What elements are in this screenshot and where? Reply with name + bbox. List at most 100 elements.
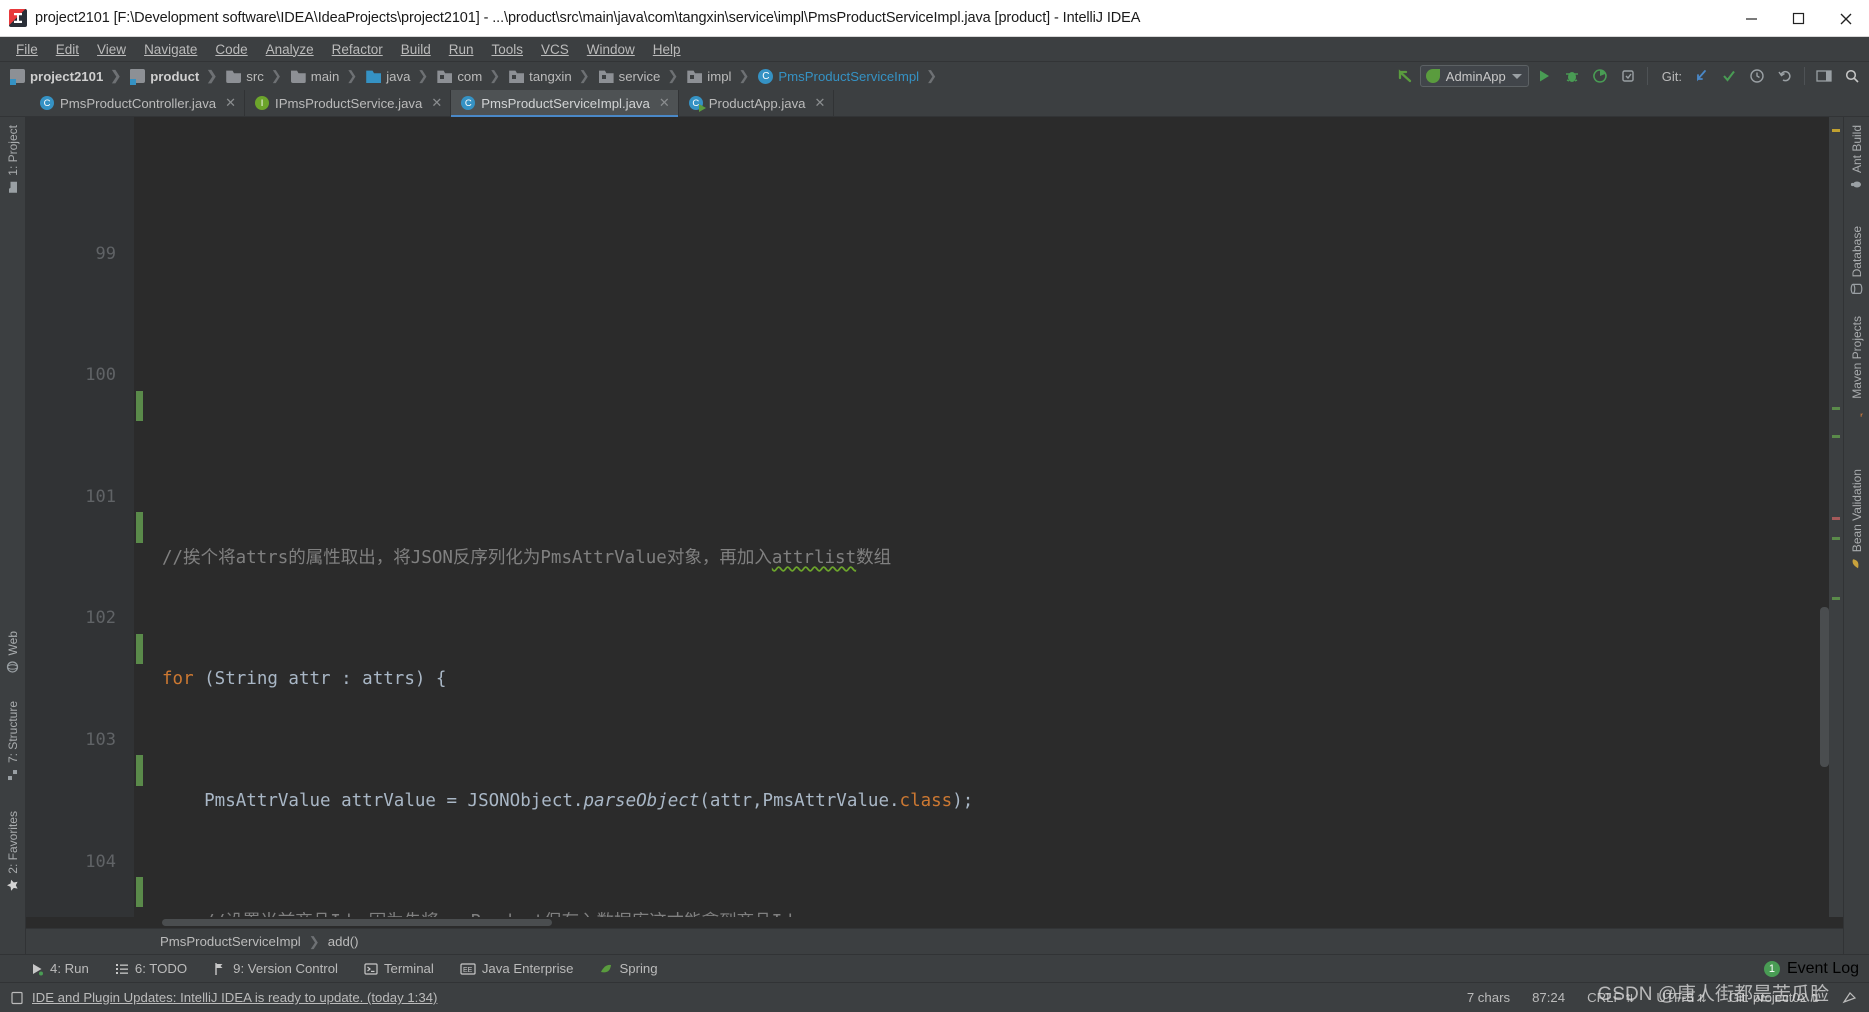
run-configuration-selector[interactable]: AdminApp bbox=[1419, 65, 1529, 87]
status-message-area[interactable]: IDE and Plugin Updates: IntelliJ IDEA is… bbox=[10, 990, 437, 1005]
breadcrumb-class[interactable]: PmsProductServiceImpl ❯ bbox=[754, 65, 942, 87]
file-encoding[interactable]: UTF-8 ⇅ bbox=[1656, 990, 1706, 1005]
breadcrumb-class-label[interactable]: PmsProductServiceImpl bbox=[160, 934, 301, 949]
debug-button[interactable] bbox=[1559, 64, 1585, 88]
vertical-scrollbar[interactable] bbox=[1820, 607, 1829, 767]
error-stripe-marker-column[interactable] bbox=[1829, 117, 1843, 917]
code-editor[interactable]: 99 100 101 //挨个将attrs的属性取出，将JSON反序列化为Pms… bbox=[26, 117, 1843, 917]
tab-PmsProductServiceImpl[interactable]: PmsProductServiceImpl.java ✕ bbox=[451, 90, 679, 117]
chevron-right-icon: ❯ bbox=[308, 933, 320, 949]
change-marker[interactable] bbox=[1832, 407, 1840, 410]
terminal-icon bbox=[364, 962, 378, 976]
chevron-right-icon: ❯ bbox=[417, 68, 429, 83]
back-arrow-icon[interactable] bbox=[1392, 64, 1418, 88]
line-separator[interactable]: CRLF ⇅ bbox=[1587, 990, 1634, 1005]
class-icon bbox=[758, 68, 774, 84]
chevron-right-icon: ❯ bbox=[738, 68, 750, 83]
commit-icon[interactable] bbox=[1716, 64, 1742, 88]
breadcrumb-method-label[interactable]: add() bbox=[328, 934, 359, 949]
git-branch-widget[interactable]: Git: project02 ⇅ bbox=[1729, 990, 1820, 1005]
horizontal-scrollbar-track[interactable] bbox=[26, 917, 1843, 928]
attach-profiler-button[interactable] bbox=[1615, 64, 1641, 88]
breadcrumb-tangxin[interactable]: tangxin ❯ bbox=[505, 65, 594, 87]
menu-vcs[interactable]: VCS bbox=[532, 40, 578, 59]
menu-file[interactable]: File bbox=[7, 40, 47, 59]
tool-window-version-control[interactable]: 9: Version Control bbox=[213, 961, 338, 976]
update-project-icon[interactable] bbox=[1688, 64, 1714, 88]
interface-icon bbox=[255, 96, 270, 110]
breadcrumb-src[interactable]: src ❯ bbox=[222, 65, 287, 87]
tab-label: ProductApp.java bbox=[708, 95, 806, 111]
breadcrumb-com[interactable]: com ❯ bbox=[433, 65, 505, 87]
code-line: 101 //挨个将attrs的属性取出，将JSON反序列化为PmsAttrVal… bbox=[26, 451, 1843, 568]
tool-window-spring[interactable]: Spring bbox=[599, 961, 658, 976]
warning-marker[interactable] bbox=[1832, 129, 1840, 132]
breadcrumb-service[interactable]: service ❯ bbox=[595, 65, 684, 87]
menu-tools-label: Tools bbox=[491, 41, 524, 57]
tab-ProductApp[interactable]: ProductApp.java ✕ bbox=[679, 90, 835, 116]
sidebar-item-project[interactable]: 1: Project bbox=[0, 121, 26, 198]
close-icon[interactable]: ✕ bbox=[225, 95, 236, 111]
breadcrumb-project2101[interactable]: project2101 ❯ bbox=[6, 65, 126, 87]
minimize-button[interactable] bbox=[1728, 0, 1775, 37]
history-icon[interactable] bbox=[1744, 64, 1770, 88]
menu-help[interactable]: Help bbox=[644, 40, 690, 59]
maximize-button[interactable] bbox=[1775, 0, 1822, 37]
chevron-right-icon: ❯ bbox=[110, 68, 122, 83]
database-icon bbox=[1851, 282, 1864, 295]
close-button[interactable] bbox=[1822, 0, 1869, 37]
tool-window-todo[interactable]: 6: TODO bbox=[115, 961, 187, 976]
horizontal-scrollbar[interactable] bbox=[162, 919, 552, 926]
status-indicators: 7 chars 87:24 CRLF ⇅ UTF-8 ⇅ Git: projec… bbox=[1467, 990, 1857, 1005]
menu-build[interactable]: Build bbox=[392, 40, 440, 59]
tool-window-java-enterprise[interactable]: EE Java Enterprise bbox=[460, 961, 573, 976]
layout-icon[interactable] bbox=[1811, 64, 1837, 88]
sidebar-item-favorites[interactable]: 2: Favorites bbox=[0, 807, 26, 896]
run-with-coverage-button[interactable] bbox=[1587, 64, 1613, 88]
change-marker[interactable] bbox=[1832, 597, 1840, 600]
breadcrumb-main[interactable]: main ❯ bbox=[287, 65, 363, 87]
caret-position[interactable]: 87:24 bbox=[1532, 990, 1565, 1005]
sidebar-item-ant-build[interactable]: Ant Build bbox=[1844, 121, 1869, 195]
sidebar-item-database[interactable]: Database bbox=[1844, 222, 1869, 299]
breadcrumb-product[interactable]: product ❯ bbox=[126, 65, 222, 87]
tab-PmsProductController[interactable]: PmsProductController.java ✕ bbox=[30, 90, 246, 116]
menu-analyze[interactable]: Analyze bbox=[257, 40, 323, 59]
inspection-widget[interactable] bbox=[1842, 990, 1857, 1005]
tool-window-terminal[interactable]: Terminal bbox=[364, 961, 434, 976]
editor-breadcrumb: PmsProductServiceImpl ❯ add() bbox=[26, 928, 1843, 954]
run-button[interactable] bbox=[1531, 64, 1557, 88]
status-message[interactable]: IDE and Plugin Updates: IntelliJ IDEA is… bbox=[32, 990, 437, 1005]
menu-code[interactable]: Code bbox=[206, 40, 256, 59]
change-marker[interactable] bbox=[1832, 537, 1840, 540]
sidebar-item-label: Ant Build bbox=[1850, 125, 1864, 174]
search-everywhere-icon[interactable] bbox=[1839, 64, 1865, 88]
tab-IPmsProductService[interactable]: IPmsProductService.java ✕ bbox=[245, 90, 452, 116]
error-marker[interactable] bbox=[1832, 517, 1840, 520]
breadcrumb-java[interactable]: java ❯ bbox=[362, 65, 433, 87]
package-icon bbox=[687, 70, 703, 83]
close-icon[interactable]: ✕ bbox=[431, 95, 442, 111]
tool-window-run[interactable]: 4: Run bbox=[30, 961, 89, 976]
folder-icon bbox=[290, 70, 306, 83]
rollback-icon[interactable] bbox=[1772, 64, 1798, 88]
menu-run[interactable]: Run bbox=[440, 40, 483, 59]
menu-window[interactable]: Window bbox=[578, 40, 644, 59]
close-icon[interactable]: ✕ bbox=[815, 95, 826, 111]
breadcrumb-label: project2101 bbox=[30, 68, 104, 84]
package-icon bbox=[437, 70, 453, 83]
sidebar-item-structure[interactable]: 7: Structure bbox=[0, 697, 26, 785]
sidebar-item-maven-projects[interactable]: m Maven Projects bbox=[1844, 312, 1869, 421]
menu-refactor[interactable]: Refactor bbox=[323, 40, 392, 59]
sidebar-item-web[interactable]: Web bbox=[0, 627, 26, 677]
menu-edit[interactable]: Edit bbox=[47, 40, 88, 59]
menu-view[interactable]: View bbox=[88, 40, 135, 59]
breadcrumb-impl[interactable]: impl ❯ bbox=[683, 65, 754, 87]
sidebar-item-bean-validation[interactable]: Bean Validation bbox=[1844, 465, 1869, 574]
close-icon[interactable]: ✕ bbox=[659, 95, 670, 111]
breadcrumb-label: java bbox=[386, 68, 411, 84]
menu-tools[interactable]: Tools bbox=[483, 40, 533, 59]
change-marker[interactable] bbox=[1832, 435, 1840, 438]
menu-navigate[interactable]: Navigate bbox=[135, 40, 206, 59]
event-log-button[interactable]: 1 Event Log bbox=[1763, 960, 1859, 978]
